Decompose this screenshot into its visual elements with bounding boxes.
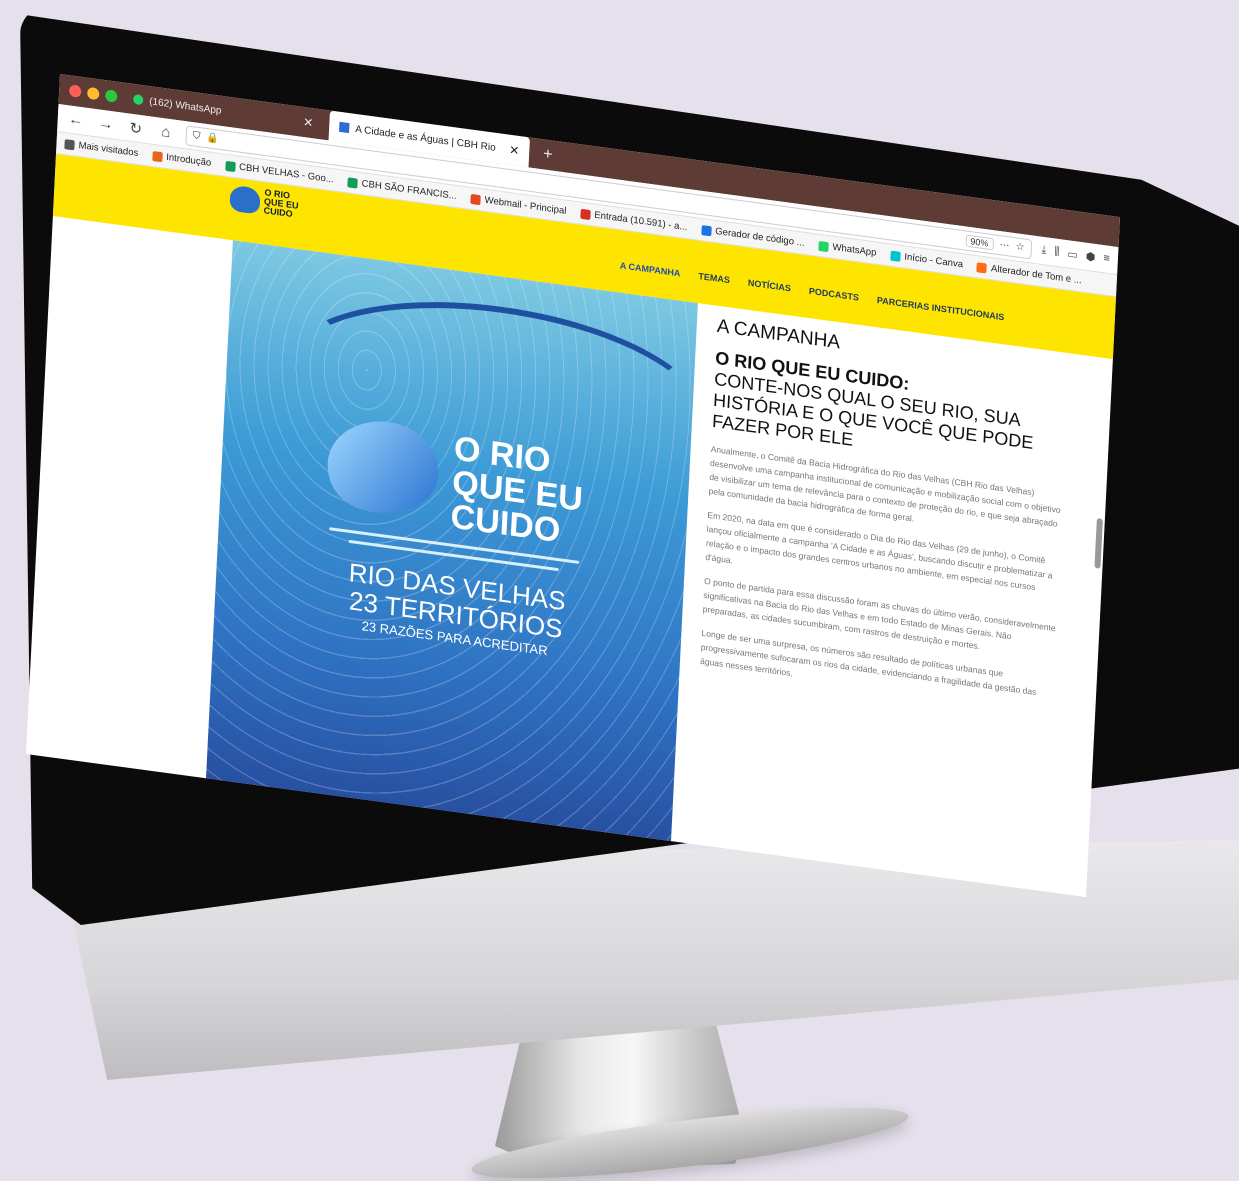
nav-parcerias[interactable]: PARCERIAS INSTITUCIONAIS bbox=[877, 295, 1005, 322]
menu-icon[interactable]: ≡ bbox=[1103, 252, 1110, 266]
sheets-icon bbox=[224, 160, 236, 172]
site-logo[interactable]: O RIO QUE EU CUIDO bbox=[229, 184, 306, 221]
reload-icon[interactable]: ↻ bbox=[125, 118, 146, 139]
star-icon[interactable]: ☆ bbox=[1015, 241, 1025, 253]
shield-icon[interactable]: ⛉ bbox=[193, 130, 201, 142]
close-icon[interactable]: ✕ bbox=[303, 115, 314, 130]
new-tab-button[interactable]: + bbox=[535, 144, 561, 165]
minimize-window-button[interactable] bbox=[86, 86, 100, 101]
zoom-level[interactable]: 90% bbox=[965, 234, 994, 250]
gear-icon bbox=[64, 138, 75, 150]
heart-logo-icon bbox=[229, 184, 261, 215]
campaign-poster: O RIO QUE EU CUIDO RIO DAS VELHAS 23 TER… bbox=[205, 240, 698, 859]
cbh-icon bbox=[339, 121, 350, 134]
nav-a-campanha[interactable]: A CAMPANHA bbox=[620, 260, 681, 278]
poster-brand: O RIO QUE EU CUIDO bbox=[449, 429, 584, 551]
home-icon[interactable]: ⌂ bbox=[155, 122, 176, 142]
logo-text: O RIO QUE EU CUIDO bbox=[263, 187, 299, 220]
sidebar-icon[interactable]: ▭ bbox=[1067, 247, 1078, 261]
firefox-icon bbox=[151, 150, 163, 162]
canva-icon bbox=[890, 250, 901, 262]
whatsapp-icon bbox=[133, 93, 144, 106]
nav-temas[interactable]: TEMAS bbox=[698, 271, 730, 285]
tone-icon bbox=[976, 261, 988, 274]
forward-arrow-icon[interactable]: → bbox=[95, 114, 116, 134]
code-generator-icon bbox=[701, 224, 712, 236]
nav-noticias[interactable]: NOTÍCIAS bbox=[748, 278, 792, 294]
scrollbar[interactable] bbox=[1094, 518, 1103, 569]
article: A CAMPANHA O RIO QUE EU CUIDO: CONTE-NOS… bbox=[699, 316, 1072, 726]
back-arrow-icon[interactable]: ← bbox=[65, 110, 86, 130]
lock-icon[interactable]: 🔒 bbox=[206, 132, 219, 145]
extension-icon[interactable]: ⬢ bbox=[1085, 250, 1095, 264]
toolbar-icons: ⤓ ⫼ ▭ ⬢ ≡ bbox=[1041, 244, 1110, 266]
bookmark-item[interactable]: Introdução bbox=[151, 150, 211, 169]
close-window-button[interactable] bbox=[68, 84, 82, 98]
whatsapp-icon bbox=[818, 240, 829, 252]
gmail-icon bbox=[580, 208, 591, 220]
maximize-window-button[interactable] bbox=[104, 89, 118, 103]
sheets-icon bbox=[347, 176, 358, 189]
library-icon[interactable]: ⫼ bbox=[1054, 246, 1060, 260]
screen: (162) WhatsApp ✕ A Cidade e as Águas | C… bbox=[26, 74, 1120, 898]
download-icon[interactable]: ⤓ bbox=[1041, 244, 1046, 258]
tab-label: (162) WhatsApp bbox=[148, 95, 222, 117]
nav-podcasts[interactable]: PODCASTS bbox=[809, 286, 860, 303]
bookmark-item[interactable]: WhatsApp bbox=[818, 240, 877, 259]
close-icon[interactable]: ✕ bbox=[509, 143, 520, 158]
more-icon[interactable]: ··· bbox=[999, 239, 1010, 251]
apple-logo-icon bbox=[728, 898, 788, 976]
webmail-icon bbox=[470, 193, 481, 205]
